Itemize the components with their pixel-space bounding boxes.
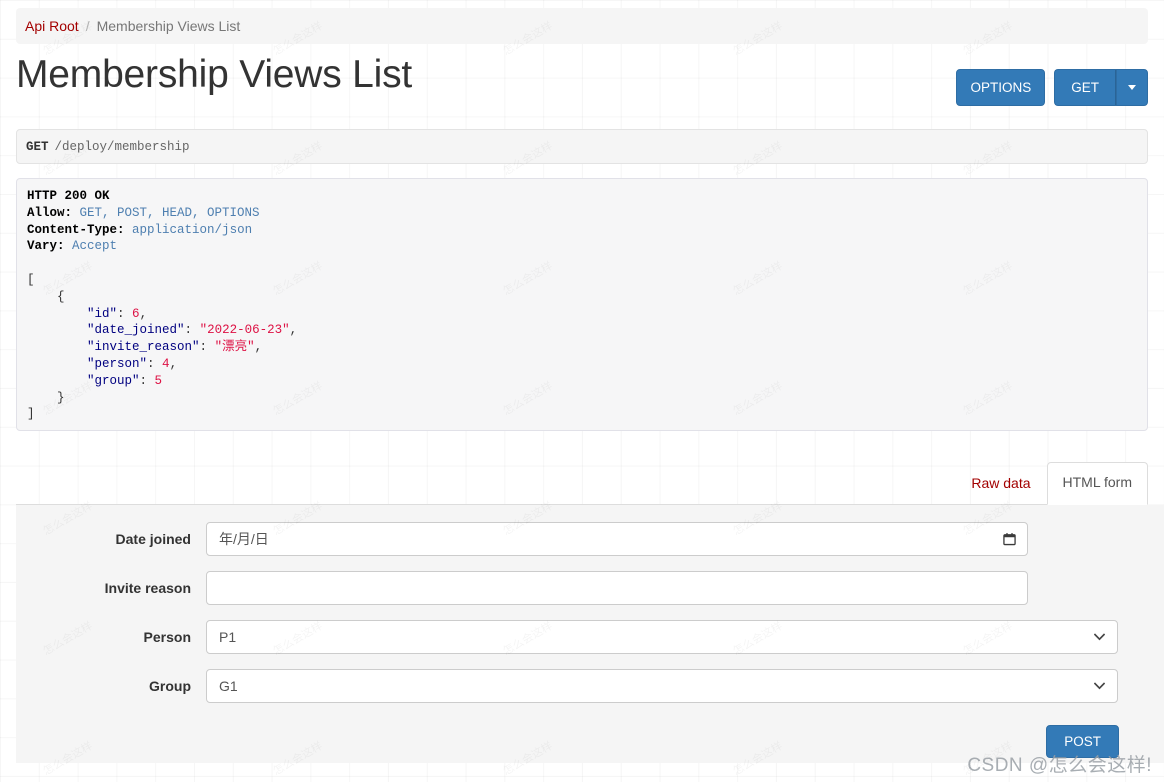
tab-html-form[interactable]: HTML form [1046,462,1148,505]
label-person: Person [143,629,191,645]
get-button-group: GET [1054,69,1148,107]
json-value: 5 [154,373,163,388]
form-row-invite-reason: Invite reason [16,571,1164,605]
json-comma: , [139,306,148,321]
date-joined-input[interactable] [206,522,1028,556]
label-invite-reason: Invite reason [104,580,191,596]
breadcrumb-link-api-root[interactable]: Api Root [25,18,79,34]
json-open-bracket: [ [27,272,35,287]
breadcrumb-current: Membership Views List [96,18,241,34]
label-date-joined: Date joined [115,531,191,547]
json-value: 6 [132,306,140,321]
json-key: "id" [87,306,118,321]
get-dropdown-toggle[interactable] [1116,69,1148,107]
json-key: "invite_reason" [87,340,200,355]
response-header-value: Accept [72,239,118,254]
header-action-buttons: OPTIONS GET [956,69,1148,107]
request-path: /deploy/membership [54,139,190,154]
json-open-brace: { [57,289,65,304]
json-colon: : [184,323,200,338]
group-select[interactable]: G1 [206,669,1118,703]
response-panel: HTTP 200 OK Allow: GET, POST, HEAD, OPTI… [16,178,1148,431]
json-colon: : [139,373,155,388]
response-header-name: Vary: [27,239,65,254]
json-colon: : [199,340,215,355]
get-button[interactable]: GET [1054,69,1116,107]
tab-raw-data[interactable]: Raw data [955,463,1046,505]
form-footer: POST [16,718,1164,758]
json-key: "person" [87,356,148,371]
form-row-person: Person P1 [16,620,1164,654]
response-status-line: HTTP 200 OK [27,189,110,203]
request-method: GET [26,139,49,154]
json-key: "date_joined" [87,323,185,338]
json-close-bracket: ] [27,407,35,422]
json-comma: , [254,340,263,355]
json-comma: , [169,356,178,371]
json-colon: : [117,306,133,321]
html-form-panel: Date joined Invite reason Person P1 [16,505,1164,763]
json-value: "2022-06-23" [199,323,290,338]
label-group: Group [149,678,191,694]
form-row-group: Group G1 [16,669,1164,703]
json-value: 4 [162,356,170,371]
response-header-name: Content-Type: [27,222,125,237]
breadcrumb: Api Root / Membership Views List [16,8,1148,44]
request-line: GET /deploy/membership [16,129,1148,164]
page-header: Membership Views List OPTIONS GET [16,53,1148,124]
json-comma: , [289,323,298,338]
response-header-name: Allow: [27,205,73,220]
invite-reason-field-wrapper [206,571,1028,605]
response-header-value: application/json [132,222,253,237]
json-value: "漂亮" [214,340,255,355]
json-key: "group" [87,373,140,388]
json-close-brace: } [57,390,65,405]
form-row-date-joined: Date joined [16,522,1164,556]
group-field-wrapper: G1 [206,669,1118,703]
invite-reason-input[interactable] [206,571,1028,605]
person-field-wrapper: P1 [206,620,1118,654]
options-button[interactable]: OPTIONS [956,69,1046,107]
person-select[interactable]: P1 [206,620,1118,654]
response-header-value: GET, POST, HEAD, OPTIONS [79,205,260,220]
response-view-tabs: Raw data HTML form [16,462,1148,505]
json-colon: : [147,356,163,371]
page-title: Membership Views List [16,53,413,96]
caret-down-icon [1128,85,1136,91]
breadcrumb-separator: / [85,18,90,34]
post-button[interactable]: POST [1046,725,1119,758]
date-joined-field-wrapper [206,522,1028,556]
